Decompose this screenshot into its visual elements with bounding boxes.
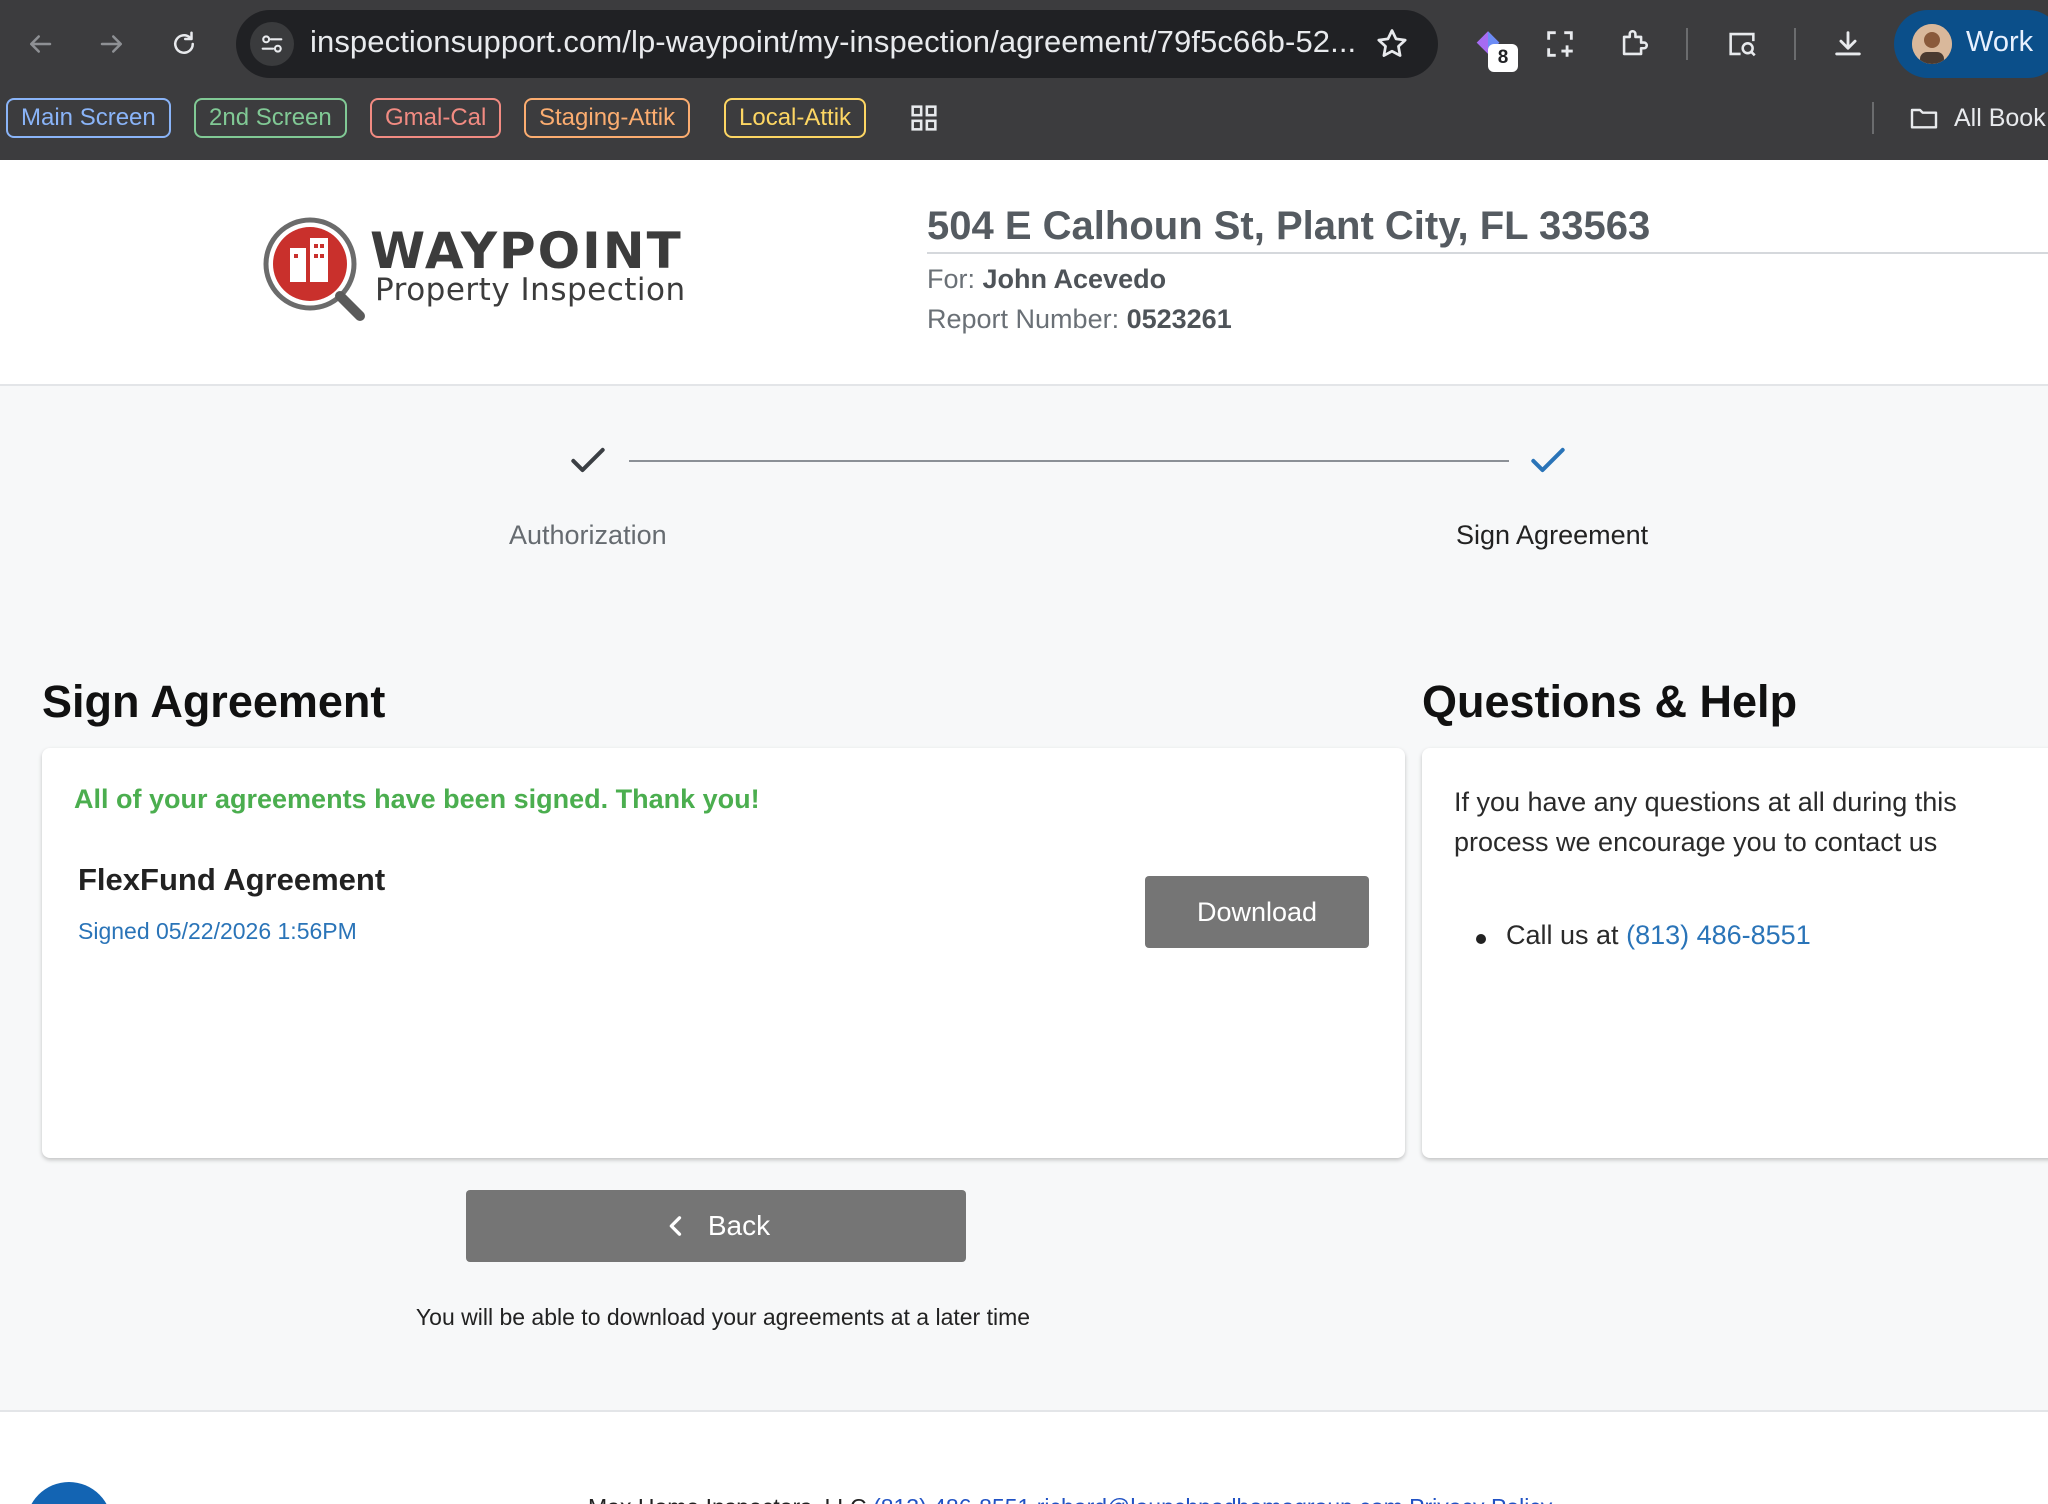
back-label: Back — [707, 1210, 771, 1241]
toolbar-divider — [1686, 28, 1688, 60]
toolbar-divider — [1872, 102, 1874, 134]
extension-badge: 8 — [1488, 44, 1518, 72]
bookmark-2nd-screen[interactable]: 2nd Screen — [194, 98, 347, 138]
profile-name: Work — [1966, 26, 2034, 58]
bookmark-star-icon[interactable] — [1374, 26, 1410, 62]
profile-button[interactable]: Work — [1894, 10, 2048, 78]
back-arrow-icon[interactable] — [18, 22, 62, 66]
footer-company: Max Home Inspectors, LLC — [588, 1494, 867, 1504]
bookmark-local-attik[interactable]: Local-Attik — [724, 98, 867, 138]
step-sign-agreement[interactable]: Sign Agreement — [1456, 520, 1648, 551]
sign-agreement-check-icon — [1531, 447, 1565, 473]
client-name: John Acevedo — [982, 264, 1167, 294]
brand-subtitle: Property Inspection — [375, 272, 686, 308]
call-us-item: Call us at (813) 486-8551 — [1506, 920, 1811, 951]
download-button[interactable]: Download — [1145, 876, 1369, 948]
footer-privacy-link[interactable]: Privacy Policy — [1409, 1494, 1552, 1504]
page-footer: Max Home Inspectors, LLC (813) 486-8551 … — [0, 1410, 2048, 1504]
address-divider — [927, 252, 2048, 254]
page-header: WAYPOINT Property Inspection 504 E Calho… — [0, 160, 2048, 386]
footer-email-link[interactable]: richard@launchpadhomegroup.com — [1037, 1494, 1403, 1504]
extensions-puzzle-icon[interactable] — [1612, 22, 1656, 66]
help-text: If you have any questions at all during … — [1454, 787, 1957, 857]
client-label: For: — [927, 264, 976, 294]
client-line: For: John Acevedo — [927, 264, 1166, 295]
back-button[interactable]: Back — [466, 1190, 966, 1262]
agreement-name: FlexFund Agreement — [78, 862, 386, 897]
help-card: If you have any questions at all during … — [1422, 748, 2048, 1158]
url-text: inspectionsupport.com/lp-waypoint/my-ins… — [310, 24, 1357, 59]
bookmark-staging-attik[interactable]: Staging-Attik — [524, 98, 691, 138]
phone-link[interactable]: (813) 486-8551 — [1626, 920, 1811, 950]
address-bar[interactable]: inspectionsupport.com/lp-waypoint/my-ins… — [236, 10, 1438, 78]
all-bookmarks-label: All Book — [1954, 103, 2046, 132]
forward-arrow-icon[interactable] — [90, 22, 134, 66]
reload-icon[interactable] — [162, 22, 206, 66]
site-info-icon[interactable] — [250, 22, 294, 66]
footer-contact: Max Home Inspectors, LLC (813) 486-8551 … — [588, 1494, 1552, 1504]
browser-chrome: inspectionsupport.com/lp-waypoint/my-ins… — [0, 0, 2048, 160]
call-us-label: Call us at — [1506, 920, 1619, 950]
footer-phone-link[interactable]: (813) 486-8551 — [873, 1494, 1030, 1504]
avatar — [1912, 24, 1952, 64]
footer-logo-icon — [26, 1482, 112, 1504]
report-number: 0523261 — [1126, 304, 1232, 334]
success-message: All of your agreements have been signed.… — [74, 784, 760, 814]
folder-icon — [1910, 108, 1938, 129]
chevron-left-icon — [669, 1216, 682, 1236]
toolbar-divider — [1794, 28, 1796, 60]
bookmark-gmal-cal[interactable]: Gmal-Cal — [370, 98, 502, 138]
bookmark-main-screen[interactable]: Main Screen — [6, 98, 171, 138]
all-bookmarks-button[interactable]: All Book — [1908, 100, 2046, 136]
screenshot-icon[interactable] — [1538, 22, 1582, 66]
agreement-card: All of your agreements have been signed.… — [42, 748, 1405, 1158]
download-icon[interactable] — [1826, 22, 1870, 66]
step-authorization[interactable]: Authorization — [509, 520, 667, 551]
help-title: Questions & Help — [1422, 676, 1798, 727]
download-later-note: You will be able to download your agreem… — [415, 1304, 1031, 1330]
signed-date-link[interactable]: Signed 05/22/2026 1:56PM — [78, 918, 357, 945]
report-number-line: Report Number: 0523261 — [927, 304, 1232, 335]
apps-grid-icon[interactable] — [902, 96, 946, 140]
sign-agreement-title: Sign Agreement — [42, 676, 386, 727]
authorization-check-icon — [571, 447, 605, 473]
property-address: 504 E Calhoun St, Plant City, FL 33563 — [927, 204, 1651, 248]
list-bullet — [1476, 934, 1486, 944]
tab-search-icon[interactable] — [1720, 22, 1764, 66]
report-label: Report Number: — [927, 304, 1120, 334]
stepper-connector — [629, 460, 1509, 462]
